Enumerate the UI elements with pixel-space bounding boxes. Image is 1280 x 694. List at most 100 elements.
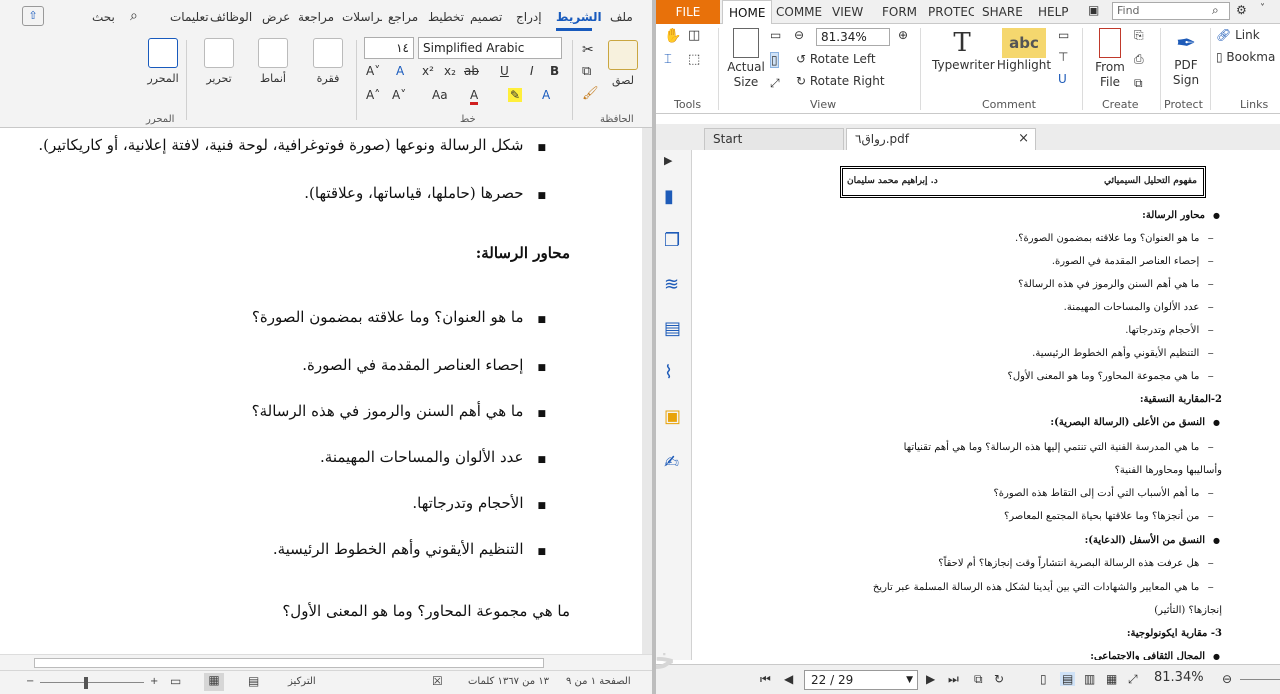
change-case-icon[interactable]: A˅ bbox=[366, 64, 380, 78]
typewriter-button[interactable]: T Typewriter bbox=[932, 28, 995, 72]
search-icon[interactable]: ⌕ bbox=[130, 8, 138, 24]
focus-mode-button[interactable]: التركيز bbox=[288, 676, 316, 687]
from-file-button[interactable]: From File bbox=[1090, 28, 1130, 90]
zoom-input[interactable]: 81.34% bbox=[816, 28, 890, 46]
tab-review[interactable]: مراجعة bbox=[298, 10, 334, 24]
font-size-change-icon[interactable]: Aa bbox=[432, 88, 448, 102]
copy-icon[interactable]: ⧉ bbox=[582, 64, 591, 79]
tab-home[interactable]: الشريط bbox=[556, 10, 602, 24]
tab-pdf-document[interactable]: رواق٦.pdf × bbox=[846, 128, 1036, 150]
link-button[interactable]: 🔗︎ Link bbox=[1216, 28, 1260, 42]
word-document-body[interactable]: ■شكل الرسالة ونوعها (صورة فوتوغرافية، لو… bbox=[0, 128, 642, 654]
zoom-slider-handle[interactable] bbox=[84, 677, 88, 689]
tab-form[interactable]: FORM bbox=[882, 5, 917, 19]
tab-comment[interactable]: COMME bbox=[776, 5, 822, 19]
tab-view[interactable]: عرض bbox=[262, 10, 290, 24]
next-page-icon[interactable]: ▶ bbox=[926, 672, 935, 686]
superscript-button[interactable]: x² bbox=[422, 64, 434, 78]
zoom-in-icon[interactable]: ⊕ bbox=[898, 28, 908, 42]
share-icon[interactable]: ⇧ bbox=[22, 6, 44, 26]
tab-search[interactable]: بحث bbox=[92, 10, 115, 24]
gear-icon[interactable]: ⚙ bbox=[1236, 3, 1247, 17]
rotate-right-button[interactable]: ↻ Rotate Right bbox=[796, 74, 885, 88]
zoom-out-icon[interactable]: − bbox=[26, 676, 34, 687]
tab-home[interactable]: HOME bbox=[722, 0, 773, 24]
fit-page-icon[interactable]: ▭ bbox=[770, 28, 781, 42]
single-page-icon[interactable]: ▯ bbox=[1040, 672, 1047, 686]
expand-panel-icon[interactable]: ▶ bbox=[664, 154, 684, 174]
prev-page-icon[interactable]: ◀ bbox=[784, 672, 793, 686]
pdf-page-canvas[interactable]: مفهوم التحليل السيميائي د. إبراهيم محمد … bbox=[694, 150, 1280, 660]
vertical-scrollbar[interactable] bbox=[642, 128, 652, 654]
last-page-icon[interactable]: ⏭ bbox=[948, 672, 959, 687]
rotate-left-button[interactable]: ↺ Rotate Left bbox=[796, 52, 876, 66]
snapshot-icon[interactable]: ◫ bbox=[688, 28, 700, 43]
tab-protect[interactable]: PROTEC bbox=[928, 5, 974, 19]
strikeout-icon[interactable]: ⊤ bbox=[1058, 50, 1068, 64]
file-tab[interactable]: FILE bbox=[656, 0, 720, 24]
tab-references[interactable]: مراجع bbox=[388, 10, 418, 24]
page-count[interactable]: الصفحة ١ من ٩ bbox=[566, 676, 631, 687]
highlight-icon[interactable]: ✎ bbox=[508, 88, 523, 102]
attachments-panel-icon[interactable]: ⌇ bbox=[664, 362, 684, 383]
continuous-facing-icon[interactable]: ▦ bbox=[1106, 672, 1117, 686]
actual-size-button[interactable]: Actual Size bbox=[726, 28, 766, 90]
editing-button[interactable]: تحرير bbox=[198, 38, 240, 85]
page-view-icon[interactable]: ⧉ bbox=[974, 672, 983, 687]
font-color-icon[interactable]: A bbox=[470, 88, 479, 105]
tab-layout[interactable]: تخطيط bbox=[428, 10, 464, 24]
comments-panel-icon[interactable]: ▤ bbox=[664, 318, 684, 339]
tab-help[interactable]: تعليمات bbox=[170, 10, 210, 24]
fit-visible-icon[interactable]: ⤢ bbox=[770, 76, 780, 91]
read-mode-icon[interactable]: ▤ bbox=[248, 674, 259, 688]
page-number-input[interactable]: 22 / 29 ▼ bbox=[804, 670, 918, 690]
rotate-view-icon[interactable]: ↻ bbox=[994, 672, 1004, 686]
continuous-page-icon[interactable]: ▤ bbox=[1060, 672, 1076, 686]
zoom-status-value[interactable]: 81.34% bbox=[1154, 670, 1204, 685]
security-panel-icon[interactable]: ▣ bbox=[664, 406, 684, 427]
tab-addins[interactable]: الوظائف bbox=[210, 10, 252, 24]
note-icon[interactable]: ▭ bbox=[1058, 28, 1069, 42]
paragraph-button[interactable]: فقرة bbox=[308, 38, 348, 85]
select-annotation-icon[interactable]: ⬚ bbox=[688, 52, 700, 67]
print-layout-icon[interactable]: ▦ bbox=[204, 673, 224, 691]
fit-width-icon[interactable]: ▯ bbox=[770, 52, 779, 68]
strikethrough-button[interactable]: ab bbox=[464, 64, 479, 78]
font-name-select[interactable]: Simplified Arabic bbox=[418, 37, 562, 59]
create-blank-icon[interactable]: ⎘ bbox=[1134, 28, 1144, 43]
tab-design[interactable]: تصميم bbox=[470, 10, 502, 24]
subscript-button[interactable]: x₂ bbox=[444, 64, 456, 78]
layers-panel-icon[interactable]: ≋ bbox=[664, 274, 684, 295]
image-icon[interactable]: ▣ bbox=[1088, 3, 1099, 17]
tab-start[interactable]: Start bbox=[704, 128, 844, 150]
styles-button[interactable]: أنماط bbox=[252, 38, 294, 85]
bold-button[interactable]: B bbox=[550, 64, 559, 78]
tab-mailings[interactable]: مراسلات bbox=[342, 10, 382, 24]
pdf-sign-button[interactable]: ✒ PDF Sign bbox=[1166, 28, 1206, 88]
highlight-button[interactable]: abc Highlight bbox=[996, 28, 1052, 72]
first-page-icon[interactable]: ⏮ bbox=[760, 672, 771, 687]
hand-icon[interactable]: ✋ bbox=[664, 28, 681, 44]
tab-help[interactable]: HELP bbox=[1038, 5, 1069, 19]
zoom-slider[interactable] bbox=[40, 682, 144, 683]
signature-panel-icon[interactable]: ✍ bbox=[664, 452, 684, 473]
italic-button[interactable]: I bbox=[530, 64, 534, 78]
text-effects-icon[interactable]: A bbox=[542, 88, 550, 102]
pages-panel-icon[interactable]: ❐ bbox=[664, 230, 684, 251]
proofing-icon[interactable]: ☒ bbox=[432, 674, 443, 688]
bookmarks-panel-icon[interactable]: ▮ bbox=[664, 186, 684, 207]
word-count[interactable]: ١٣ من ١٣٦٧ كلمات bbox=[468, 676, 549, 687]
create-clipboard-icon[interactable]: ⧉ bbox=[1134, 76, 1143, 91]
clear-format-icon[interactable]: A bbox=[396, 64, 404, 78]
facing-page-icon[interactable]: ▥ bbox=[1084, 672, 1095, 686]
zoom-slider[interactable] bbox=[1240, 679, 1280, 680]
search-icon[interactable]: ⌕ bbox=[1212, 3, 1219, 18]
scrollbar-thumb[interactable] bbox=[34, 658, 544, 668]
horizontal-scrollbar[interactable] bbox=[0, 654, 652, 670]
zoom-out-icon[interactable]: ⊖ bbox=[794, 28, 804, 42]
underline-button[interactable]: U bbox=[500, 64, 509, 78]
font-size-select[interactable]: ١٤ bbox=[364, 37, 414, 59]
underline-icon[interactable]: U bbox=[1058, 72, 1067, 86]
fullscreen-icon[interactable]: ⤢ bbox=[1128, 672, 1138, 687]
bookmark-button[interactable]: ▯ Bookma bbox=[1216, 50, 1275, 64]
